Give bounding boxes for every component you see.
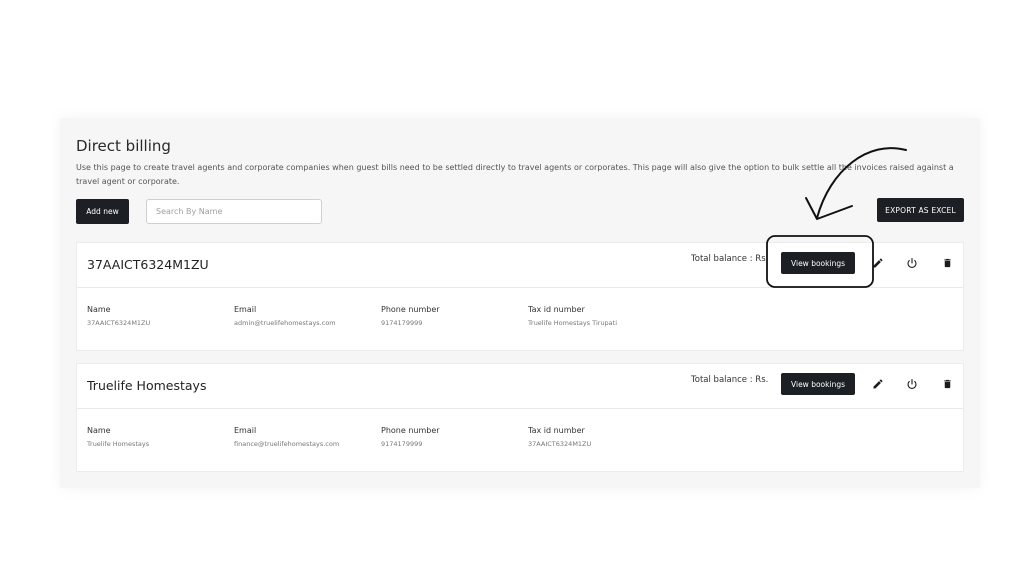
power-icon[interactable]: [901, 252, 923, 274]
field-email: Email admin@truelifehomestays.com: [234, 305, 336, 327]
field-label: Phone number: [381, 426, 440, 435]
add-new-button[interactable]: Add new: [76, 199, 129, 224]
card-title: 37AAICT6324M1ZU: [87, 257, 209, 272]
field-value: 37AAICT6324M1ZU: [528, 440, 592, 448]
edit-icon[interactable]: [867, 373, 889, 395]
field-label: Phone number: [381, 305, 440, 314]
field-label: Name: [87, 426, 111, 435]
billing-card: 37AAICT6324M1ZU Total balance : Rs. View…: [76, 242, 964, 351]
field-phone: Phone number 9174179999: [381, 305, 440, 327]
total-balance-label: Total balance : Rs.: [691, 375, 769, 385]
view-bookings-button[interactable]: View bookings: [781, 252, 855, 274]
card-header: Truelife Homestays Total balance : Rs. V…: [77, 364, 963, 409]
field-tax-id: Tax id number Truelife Homestays Tirupat…: [528, 305, 617, 327]
field-email: Email finance@truelifehomestays.com: [234, 426, 339, 448]
field-value: 9174179999: [381, 319, 423, 327]
export-excel-button[interactable]: EXPORT AS EXCEL: [877, 198, 964, 222]
field-phone: Phone number 9174179999: [381, 426, 440, 448]
field-label: Name: [87, 305, 111, 314]
total-balance-label: Total balance : Rs.: [691, 254, 769, 264]
view-bookings-button[interactable]: View bookings: [781, 373, 855, 395]
field-value: Truelife Homestays Tirupati: [528, 319, 618, 327]
page-title: Direct billing: [76, 137, 171, 155]
billing-card: Truelife Homestays Total balance : Rs. V…: [76, 363, 964, 472]
field-value: 9174179999: [381, 440, 423, 448]
card-header: 37AAICT6324M1ZU Total balance : Rs. View…: [77, 243, 963, 288]
field-name: Name 37AAICT6324M1ZU: [87, 305, 150, 327]
trash-icon[interactable]: [936, 252, 958, 274]
field-label: Tax id number: [528, 426, 585, 435]
field-value: admin@truelifehomestays.com: [234, 319, 336, 327]
trash-icon[interactable]: [936, 373, 958, 395]
field-label: Email: [234, 305, 257, 314]
field-label: Email: [234, 426, 257, 435]
field-value: 37AAICT6324M1ZU: [87, 319, 151, 327]
field-value: Truelife Homestays: [87, 440, 150, 448]
field-label: Tax id number: [528, 305, 585, 314]
field-name: Name Truelife Homestays: [87, 426, 149, 448]
page-description: Use this page to create travel agents an…: [76, 163, 954, 186]
field-value: finance@truelifehomestays.com: [234, 440, 340, 448]
power-icon[interactable]: [901, 373, 923, 395]
card-title: Truelife Homestays: [87, 378, 207, 393]
edit-icon[interactable]: [867, 252, 889, 274]
field-tax-id: Tax id number 37AAICT6324M1ZU: [528, 426, 591, 448]
search-input[interactable]: [146, 199, 322, 224]
